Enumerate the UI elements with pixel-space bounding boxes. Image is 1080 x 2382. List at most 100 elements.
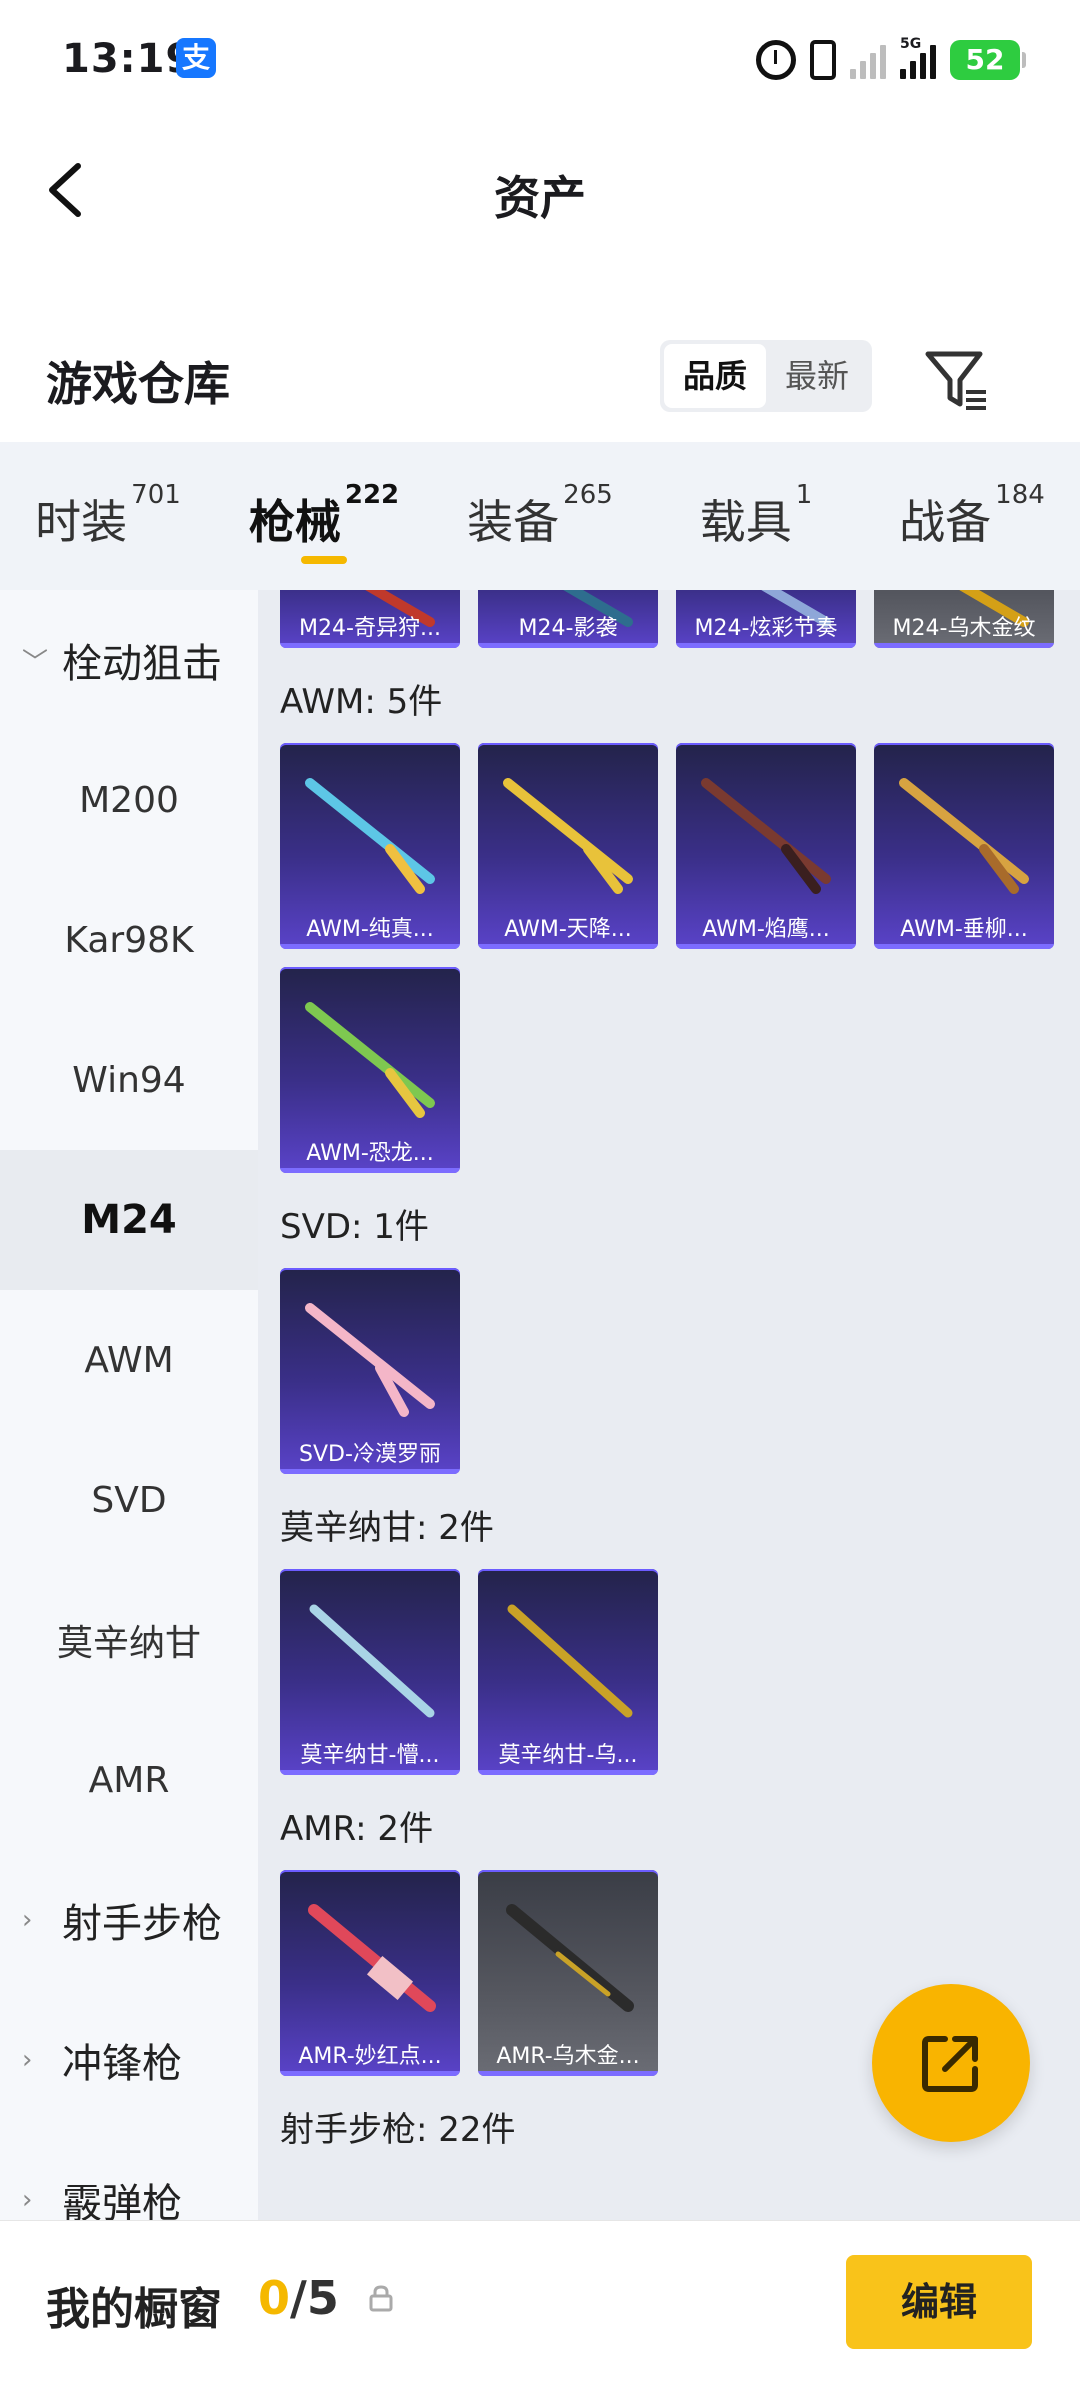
network-label: 5G [900,36,922,52]
item-name: AMR-乌木金... [496,2044,640,2069]
rifle-icon [305,778,435,894]
vibrate-icon [810,40,836,80]
item-name: M24-奇异狩... [299,616,441,641]
item-name: AWM-天降... [504,917,632,942]
sidebar-group-smg[interactable]: › 冲锋枪 [0,1990,258,2130]
rifle-icon [899,778,1029,894]
awm-grid: AWM-纯真... AWM-天降... AWM-焰鹰... AWM-垂柳... … [258,743,1080,1173]
tab-label: 载具 [699,495,792,549]
sidebar-group-label: 冲锋枪 [62,2041,182,2087]
tab-count: 265 [563,480,613,510]
item-name: AWM-焰鹰... [702,917,830,942]
filter-button[interactable] [922,346,992,416]
item-card[interactable]: M24-奇异狩... [280,590,460,648]
edit-button[interactable]: 编辑 [846,2255,1032,2349]
tab-supplies[interactable]: 战备 184 [864,442,1080,590]
share-icon [922,2036,978,2092]
sidebar-group-label: 栓动狙击 [62,641,222,687]
item-card[interactable]: SVD-冷漠罗丽 [280,1268,460,1474]
rarity-bar [280,643,460,648]
item-name: AWM-恐龙... [306,1141,434,1166]
item-card[interactable]: M24-影袭 [478,590,658,648]
section-title-mosin: 莫辛纳甘: 2件 [280,1508,494,1548]
tab-label: 枪械 [248,495,341,549]
share-button[interactable] [872,1984,1030,2142]
lock-icon [366,2283,396,2313]
showcase-label: 我的橱窗 [46,2284,222,2335]
showcase-count-current: 0 [258,2271,291,2325]
showcase-count: 0/5 [258,2271,339,2325]
item-card[interactable]: AMR-妙红点... [280,1870,460,2076]
title-bar: 资产 [0,120,1080,260]
rifle-icon [701,778,831,894]
battery-icon: 52 [950,40,1026,80]
tab-fashion[interactable]: 时装 701 [0,442,216,590]
item-card[interactable]: AWM-恐龙... [280,967,460,1173]
svd-grid: SVD-冷漠罗丽 [258,1268,1080,1474]
rarity-bar [478,944,658,949]
rarity-bar [874,643,1054,648]
item-name: AMR-妙红点... [298,2044,442,2069]
tab-vehicles[interactable]: 载具 1 [648,442,864,590]
item-grid-area[interactable]: M24-奇异狩... M24-影袭 M24-炫彩节奏 M24-乌木金纹 AWM:… [258,590,1080,2220]
warehouse-title: 游戏仓库 [46,357,230,411]
sidebar-item-mosin[interactable]: 莫辛纳甘 [0,1570,258,1710]
sort-newest-button[interactable]: 最新 [766,344,868,408]
page-title: 资产 [494,171,586,225]
rifle-icon [309,1604,435,1718]
rifle-icon [507,1604,633,1718]
weapon-type-sidebar: ﹀ 栓动狙击 M200 Kar98K Win94 M24 AWM SVD 莫辛纳甘… [0,590,258,2220]
sidebar-group-marksman[interactable]: › 射手步枪 [0,1850,258,1990]
signal-5g-icon: 5G [900,37,936,79]
bottom-bar: 我的橱窗 0/5 编辑 [0,2220,1080,2382]
item-card[interactable]: AWM-垂柳... [874,743,1054,949]
chevron-right-icon: › [22,2185,33,2215]
sidebar-group-bolt-action[interactable]: ﹀ 栓动狙击 [0,590,258,730]
rarity-bar [478,643,658,648]
tab-guns[interactable]: 枪械 222 [216,442,432,590]
item-card[interactable]: AWM-纯真... [280,743,460,949]
item-card[interactable]: AWM-天降... [478,743,658,949]
item-name: M24-影袭 [518,616,618,641]
item-name: 莫辛纳甘-乌... [498,1743,638,1768]
rarity-bar [874,944,1054,949]
showcase-count-total: /5 [290,2271,339,2325]
mosin-grid: 莫辛纳甘-懵... 莫辛纳甘-乌... [258,1569,1080,1775]
sidebar-item-amr[interactable]: AMR [0,1710,258,1850]
filter-icon [925,351,986,410]
status-icons: 5G 52 [756,37,1026,82]
item-card[interactable]: M24-乌木金纹 [874,590,1054,648]
item-card[interactable]: AWM-焰鹰... [676,743,856,949]
item-card[interactable]: 莫辛纳甘-乌... [478,1569,658,1775]
sidebar-group-shotgun[interactable]: › 霰弹枪 [0,2130,258,2220]
rarity-bar [676,643,856,648]
sidebar-item-win94[interactable]: Win94 [0,1010,258,1150]
section-title-svd: SVD: 1件 [280,1207,429,1247]
rarity-bar [280,1469,460,1474]
sort-toggle: 品质 最新 [660,340,872,412]
sidebar-group-label: 射手步枪 [62,1901,222,1947]
tab-count: 701 [131,480,181,510]
rarity-bar [676,944,856,949]
sidebar-item-m200[interactable]: M200 [0,730,258,870]
sort-quality-button[interactable]: 品质 [664,344,766,408]
signal-icon [850,41,886,79]
item-card[interactable]: M24-炫彩节奏 [676,590,856,648]
sidebar-item-kar98k[interactable]: Kar98K [0,870,258,1010]
sidebar-item-svd[interactable]: SVD [0,1430,258,1570]
item-name: M24-乌木金纹 [892,616,1036,641]
item-card[interactable]: 莫辛纳甘-懵... [280,1569,460,1775]
sidebar-item-awm[interactable]: AWM [0,1290,258,1430]
rifle-icon [305,1002,435,1118]
tab-equipment[interactable]: 装备 265 [432,442,648,590]
warehouse-header: 游戏仓库 品质 最新 [0,320,1080,440]
sidebar-group-label: 霰弹枪 [62,2181,182,2220]
item-name: 莫辛纳甘-懵... [300,1743,440,1768]
chevron-right-icon: › [22,1905,33,1935]
rifle-icon [308,1904,436,2012]
item-card[interactable]: AMR-乌木金... [478,1870,658,2076]
rarity-bar [478,2071,658,2076]
tab-count: 222 [344,480,400,510]
sidebar-item-m24[interactable]: M24 [0,1150,258,1290]
status-time: 13:19 [62,36,195,82]
